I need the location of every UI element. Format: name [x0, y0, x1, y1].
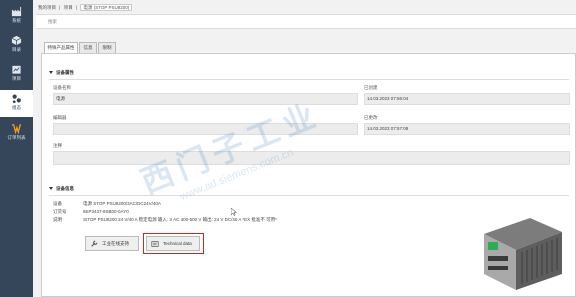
created-field: 14.03.2023 07:56:04 — [364, 93, 570, 105]
breadcrumb: 我的项目 | 项目 | 电源 (STOP PSU8200) — [38, 3, 134, 12]
sidebar-item-label: 项目 — [12, 76, 21, 81]
cursor-icon — [231, 208, 237, 216]
collapse-arrow-icon — [49, 71, 53, 75]
device-name-field[interactable]: 电源 — [53, 93, 358, 105]
created-label: 已创建 — [364, 85, 378, 90]
modified-label: 已更改 — [364, 115, 378, 120]
sidebar-item-label: 系统 — [12, 18, 21, 23]
description-value: SITOP PSU8200 24 V/40 A 稳定电源 输入: 3 AC 40… — [83, 217, 277, 222]
editor-label: 编辑器 — [53, 115, 67, 120]
order-number-key: 订货号 — [53, 209, 67, 214]
folder-icon — [12, 65, 21, 74]
device-key: 设备 — [53, 201, 62, 206]
sidebar-item-label: 目录 — [12, 47, 21, 52]
comment-label: 注释 — [53, 143, 62, 148]
search-bar[interactable]: 搜索 — [36, 14, 576, 29]
modified-field: 14.03.2023 07:57:08 — [364, 123, 570, 135]
industry-support-button[interactable]: 工业在线支持 — [85, 236, 139, 251]
sidebar-item-system[interactable]: 系统 — [0, 3, 33, 30]
section-header-device-properties[interactable]: 设备属性 — [49, 70, 74, 76]
search-input[interactable]: 搜索 — [48, 19, 57, 25]
order-icon — [11, 124, 22, 134]
sidebar-item-configuration[interactable]: 组态 — [0, 90, 33, 117]
power-supply-image — [484, 218, 562, 290]
breadcrumb-item[interactable]: 项目 — [64, 5, 73, 10]
editor-field[interactable] — [53, 123, 358, 135]
divider — [49, 195, 569, 196]
order-number-value: 6EP3437-8SB00-0AY0 — [83, 209, 129, 214]
devices-icon — [12, 94, 21, 104]
content-panel: 设备属性 设备名称 电源 已创建 14.03.2023 07:56:04 编辑器… — [41, 53, 576, 297]
sidebar-item-label: 订单列表 — [7, 135, 26, 140]
sidebar-item-order-list[interactable]: 订单列表 — [0, 120, 33, 147]
device-value: 电源 STOP PSU8200/3AC/DC24V/40A — [83, 201, 161, 206]
comment-field[interactable] — [53, 151, 570, 165]
device-name-label: 设备名称 — [53, 85, 71, 90]
collapse-arrow-icon — [49, 187, 53, 191]
breadcrumb-current[interactable]: 电源 (STOP PSU8200) — [80, 4, 133, 11]
sidebar: 系统 目录 项目 组态 订单列表 — [0, 0, 33, 297]
breadcrumb-item[interactable]: 我的项目 — [38, 5, 56, 10]
sidebar-item-project[interactable]: 项目 — [0, 61, 33, 88]
factory-icon — [11, 6, 22, 17]
divider — [49, 79, 569, 80]
description-key: 说明 — [53, 217, 62, 222]
wrench-icon — [91, 240, 98, 247]
highlight-box — [143, 233, 204, 254]
sidebar-item-catalog[interactable]: 目录 — [0, 32, 33, 59]
box-icon — [11, 35, 22, 46]
sidebar-item-label: 组态 — [12, 105, 21, 110]
section-header-device-info[interactable]: 设备信息 — [49, 186, 74, 192]
